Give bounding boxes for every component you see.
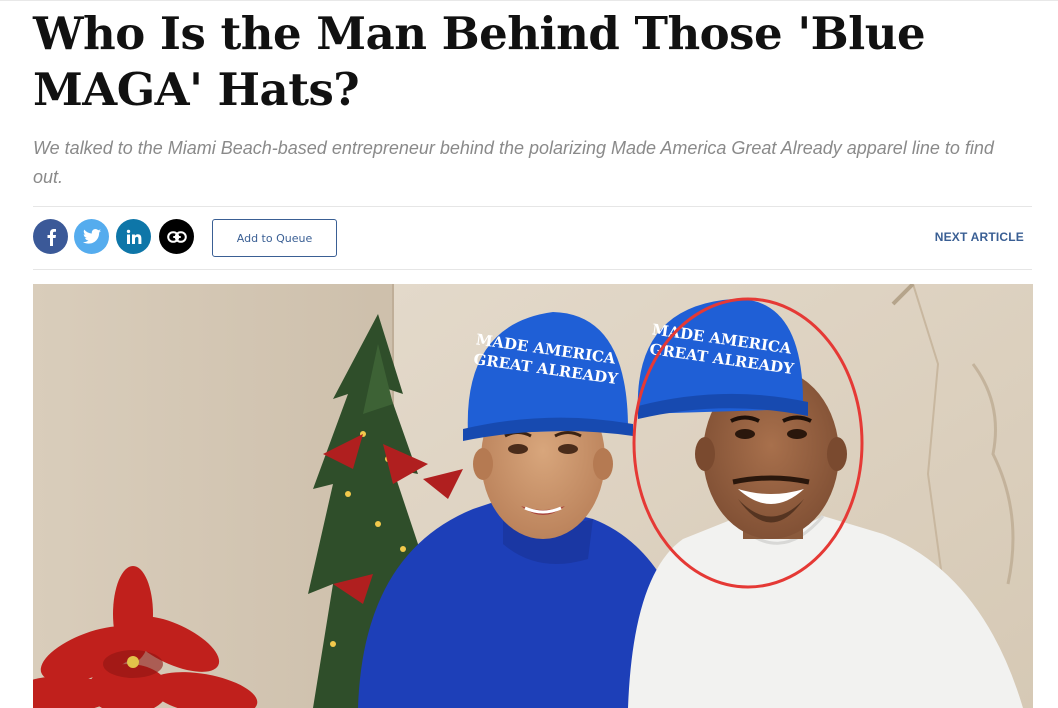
article-photo-illustration: MADE AMERICA GREAT ALREADY MADE AMERICA …: [33, 284, 1033, 708]
share-bar: Add to Queue NEXT ARTICLE: [33, 206, 1032, 270]
add-to-queue-button[interactable]: Add to Queue: [212, 219, 337, 257]
article-headline: Who Is the Man Behind Those 'Blue MAGA' …: [33, 7, 926, 116]
next-article-link[interactable]: NEXT ARTICLE: [935, 230, 1024, 244]
linkedin-icon: [126, 229, 141, 244]
link-icon: [166, 230, 187, 243]
article-photo: MADE AMERICA GREAT ALREADY MADE AMERICA …: [33, 284, 1033, 708]
share-facebook-button[interactable]: [33, 219, 68, 254]
facebook-icon: [47, 228, 56, 246]
share-twitter-button[interactable]: [74, 219, 109, 254]
top-divider: [0, 0, 1058, 1]
article-dek: We talked to the Miami Beach-based entre…: [33, 138, 994, 187]
twitter-icon: [82, 229, 101, 244]
share-linkedin-button[interactable]: [116, 219, 151, 254]
copy-link-button[interactable]: [159, 219, 194, 254]
